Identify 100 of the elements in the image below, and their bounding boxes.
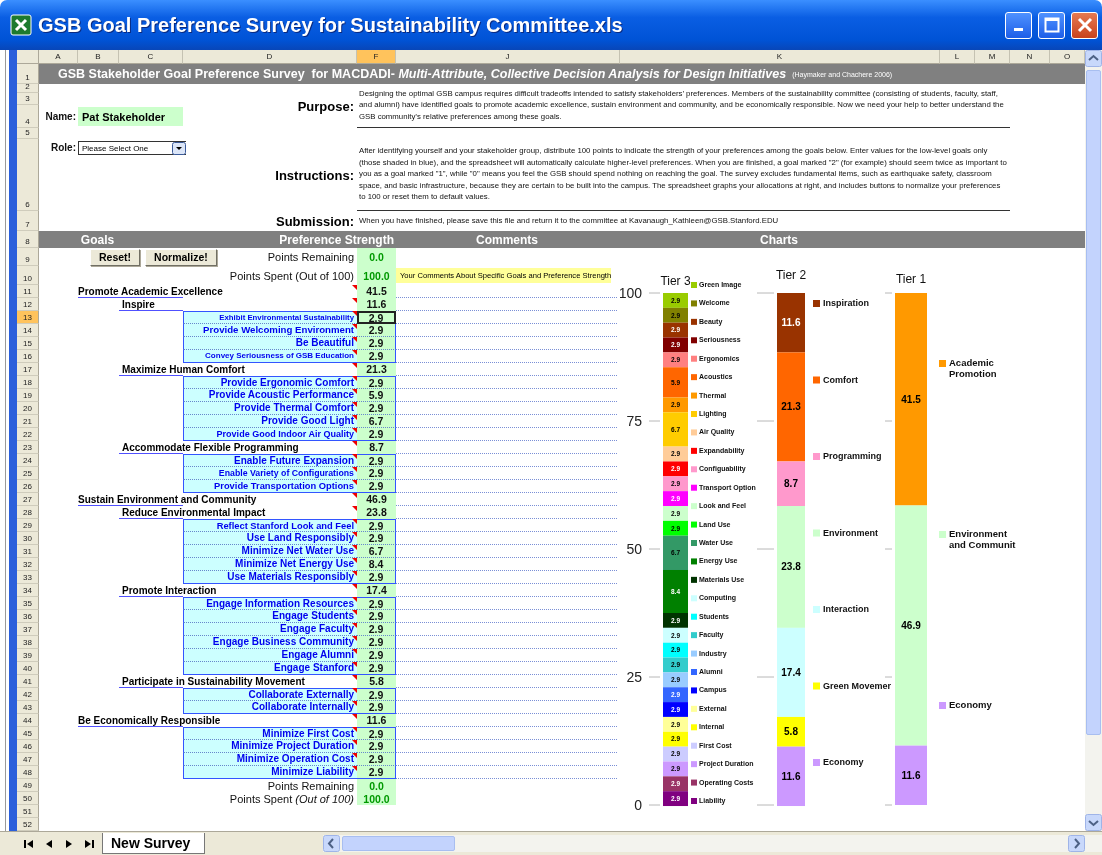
row-header[interactable]: 18 [17, 376, 39, 389]
goal-input-cell[interactable]: 2.9 [357, 571, 396, 584]
row-header[interactable]: 20 [17, 402, 39, 415]
row-header[interactable]: 23 [17, 441, 39, 454]
goal-input-cell[interactable]: 2.9 [357, 350, 396, 363]
goal-input-cell[interactable]: 2.9 [357, 532, 396, 545]
column-header[interactable]: F [357, 50, 396, 64]
row-header[interactable]: 15 [17, 337, 39, 350]
goal-input-cell[interactable]: 2.9 [357, 467, 396, 480]
row-header[interactable]: 17 [17, 363, 39, 376]
row-header[interactable]: 44 [17, 714, 39, 727]
row-header[interactable]: 39 [17, 649, 39, 662]
goal-input-cell[interactable]: 2.9 [357, 766, 396, 779]
row-header[interactable]: 51 [17, 805, 39, 818]
row-header[interactable]: 12 [17, 298, 39, 311]
row-header[interactable]: 36 [17, 610, 39, 623]
horizontal-scrollbar[interactable] [323, 835, 1102, 852]
row-header[interactable]: 47 [17, 753, 39, 766]
goal-input-cell[interactable]: 2.9 [357, 337, 396, 350]
column-header[interactable]: B [78, 50, 119, 64]
goal-input-cell[interactable]: 6.7 [357, 545, 396, 558]
row-header[interactable]: 48 [17, 766, 39, 779]
column-header[interactable]: K [620, 50, 940, 64]
row-header[interactable]: 29 [17, 519, 39, 532]
row-header[interactable]: 52 [17, 818, 39, 831]
scroll-up-icon[interactable] [1085, 50, 1102, 67]
row-header[interactable]: 45 [17, 727, 39, 740]
row-header[interactable]: 38 [17, 636, 39, 649]
row-header[interactable]: 40 [17, 662, 39, 675]
sheet-tab[interactable]: New Survey [102, 833, 206, 854]
row-header[interactable]: 19 [17, 389, 39, 402]
goal-input-cell[interactable]: 2.9 [357, 324, 396, 337]
column-header[interactable]: J [396, 50, 620, 64]
sheet-button[interactable]: Reset! [90, 248, 141, 266]
name-field[interactable]: Pat Stakeholder [78, 107, 183, 126]
scroll-thumb[interactable] [1086, 70, 1101, 735]
goal-input-cell[interactable]: 2.9 [357, 649, 396, 662]
row-header[interactable]: 25 [17, 467, 39, 480]
goal-input-cell[interactable]: 2.9 [357, 480, 396, 493]
scroll-right-icon[interactable] [1068, 835, 1085, 852]
row-header[interactable]: 21 [17, 415, 39, 428]
goal-input-cell[interactable]: 2.9 [357, 610, 396, 623]
row-header[interactable]: 42 [17, 688, 39, 701]
maximize-button[interactable] [1038, 11, 1065, 39]
row-header[interactable]: 8 [17, 231, 39, 248]
row-header[interactable]: 4 [17, 105, 39, 128]
row-header[interactable]: 37 [17, 623, 39, 636]
goal-input-cell[interactable]: 8.4 [357, 558, 396, 571]
row-header[interactable]: 11 [17, 285, 39, 298]
vertical-scrollbar[interactable] [1085, 50, 1102, 831]
goal-input-cell[interactable]: 5.9 [357, 389, 396, 402]
goal-input-cell[interactable]: 2.9 [357, 402, 396, 415]
goal-input-cell[interactable]: 2.9 [357, 428, 396, 441]
goal-input-cell[interactable]: 6.7 [357, 415, 396, 428]
row-header[interactable]: 27 [17, 493, 39, 506]
role-dropdown[interactable]: Please Select One [78, 141, 186, 155]
row-header[interactable]: 28 [17, 506, 39, 519]
column-header[interactable]: D [183, 50, 357, 64]
row-header[interactable]: 26 [17, 480, 39, 493]
goal-input-cell[interactable]: 2.9 [357, 662, 396, 675]
row-header[interactable]: 22 [17, 428, 39, 441]
row-header[interactable]: 5 [17, 128, 39, 139]
row-header[interactable]: 50 [17, 792, 39, 805]
goal-input-cell[interactable]: 2.9 [357, 701, 396, 714]
goal-input-cell[interactable]: 2.9 [357, 740, 396, 753]
first-sheet-icon[interactable] [22, 837, 36, 850]
row-header[interactable]: 33 [17, 571, 39, 584]
goal-input-cell[interactable]: 2.9 [357, 623, 396, 636]
row-header[interactable]: 7 [17, 211, 39, 231]
row-header[interactable]: 6 [17, 139, 39, 211]
scroll-thumb[interactable] [342, 836, 456, 851]
column-header[interactable]: A [39, 50, 78, 64]
goal-input-cell[interactable]: 2.9 [357, 636, 396, 649]
row-header[interactable]: 34 [17, 584, 39, 597]
scroll-left-icon[interactable] [323, 835, 341, 852]
column-header[interactable]: C [119, 50, 183, 64]
column-header[interactable]: M [975, 50, 1010, 64]
row-header[interactable]: 35 [17, 597, 39, 610]
minimize-button[interactable] [1005, 11, 1032, 39]
sheet-button[interactable]: Normalize! [145, 248, 217, 266]
goal-input-cell[interactable]: 2.9 [357, 753, 396, 766]
row-header[interactable]: 2 [17, 84, 39, 93]
row-header[interactable]: 10 [17, 266, 39, 285]
row-header[interactable]: 13 [17, 311, 39, 324]
row-header[interactable]: 31 [17, 545, 39, 558]
column-header[interactable]: L [940, 50, 975, 64]
row-header[interactable]: 16 [17, 350, 39, 363]
last-sheet-icon[interactable] [82, 837, 96, 850]
close-button[interactable] [1071, 11, 1098, 39]
row-header[interactable]: 3 [17, 93, 39, 105]
row-header[interactable]: 41 [17, 675, 39, 688]
scroll-down-icon[interactable] [1085, 814, 1102, 831]
row-header[interactable]: 24 [17, 454, 39, 467]
row-header[interactable]: 46 [17, 740, 39, 753]
row-header[interactable]: 30 [17, 532, 39, 545]
row-header[interactable]: 1 [17, 64, 39, 84]
column-header[interactable]: O [1050, 50, 1085, 64]
row-header[interactable]: 43 [17, 701, 39, 714]
row-header[interactable]: 14 [17, 324, 39, 337]
row-header[interactable]: 9 [17, 248, 39, 266]
